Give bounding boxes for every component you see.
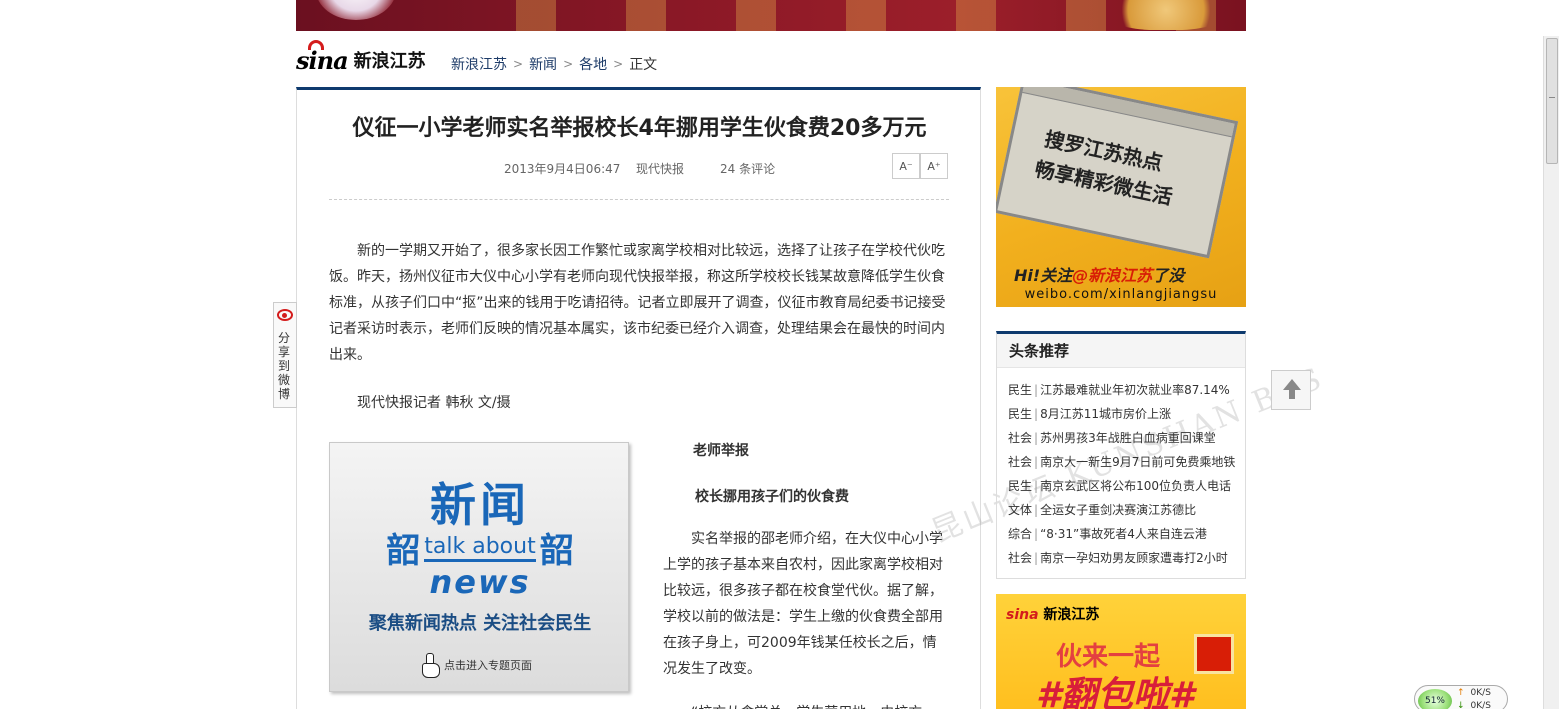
gift-box-icon xyxy=(1194,634,1234,674)
headline-category[interactable]: 民生 xyxy=(1008,479,1032,493)
headline-link[interactable]: 全运女子重剑决赛演江苏德比 xyxy=(1040,503,1196,517)
promo-slogan: 聚焦新闻热点 关注社会民生 xyxy=(368,613,592,634)
page: sina 新浪江苏 新浪江苏 > 新闻 > 各地 > 正文 仪征一小学老师实名举… xyxy=(0,0,1559,709)
font-decrease-button[interactable]: A⁻ xyxy=(892,153,920,179)
article-subheading: 老师举报 xyxy=(693,443,749,459)
chevron-right-icon: > xyxy=(513,57,524,71)
breadcrumb-local[interactable]: 各地 xyxy=(579,54,607,74)
article-paragraph: 新的一学期又开始了，很多家长因工作繁忙或家离学校相对比较远，选择了让孩子在学校代… xyxy=(329,243,946,363)
header: sina 新浪江苏 新浪江苏 > 新闻 > 各地 > 正文 xyxy=(296,39,980,88)
breadcrumb: 新浪江苏 > 新闻 > 各地 > 正文 xyxy=(451,54,657,74)
banner-moon-graphic xyxy=(316,0,396,20)
sina-logo[interactable]: sina 新浪江苏 xyxy=(296,39,426,80)
headline-link[interactable]: 南京大一新生9月7日前可免费乘地铁 xyxy=(1040,455,1235,469)
article-byline: 现代快报记者 韩秋 文/摄 xyxy=(357,395,511,411)
weibo-follow-ad[interactable]: 搜罗江苏热点 畅享精彩微生活 Hi!关注@新浪江苏了没 weibo.com/xi… xyxy=(996,87,1246,307)
article-main: 仪征一小学老师实名举报校长4年挪用学生伙食费20多万元 2013年9月4日06:… xyxy=(296,87,1329,709)
red-packet-ad[interactable]: sina 新浪江苏 伙来一起 #翻包啦# xyxy=(996,594,1246,709)
headline-category[interactable]: 民生 xyxy=(1008,383,1032,397)
headlines-list: 民生 | 江苏最难就业年初次就业率87.14% 民生 | 8月江苏11城市房价上涨 社会… xyxy=(997,368,1245,570)
back-to-top-icon xyxy=(1283,379,1301,399)
upload-speed: 0K/S xyxy=(1457,688,1491,698)
headline-item[interactable]: 民生 | 江苏最难就业年初次就业率87.14% xyxy=(1008,378,1245,402)
headline-category[interactable]: 社会 xyxy=(1008,431,1032,445)
share-label: 分享到微博 xyxy=(278,331,291,401)
headline-item[interactable]: 文体 | 全运女子重剑决赛演江苏德比 xyxy=(1008,498,1245,522)
font-increase-button[interactable]: A⁺ xyxy=(920,153,948,179)
headline-link[interactable]: 苏州男孩3年战胜白血病重回课堂 xyxy=(1040,431,1216,445)
headline-link[interactable]: 南京玄武区将公布100位负责人电话 xyxy=(1040,479,1231,493)
headlines-title: 头条推荐 xyxy=(997,334,1245,368)
red-ad-text2: #翻包啦# xyxy=(1036,675,1195,709)
font-size-controls: A⁻ A⁺ xyxy=(892,153,948,179)
sina-eye-icon xyxy=(308,39,324,50)
logo-site-name: 新浪江苏 xyxy=(353,51,426,72)
sina-wordmark: sina xyxy=(296,39,349,75)
headline-item[interactable]: 民生 | 8月江苏11城市房价上涨 xyxy=(1008,402,1245,426)
headline-link[interactable]: 8月江苏11城市房价上涨 xyxy=(1040,407,1171,421)
headline-category[interactable]: 社会 xyxy=(1008,455,1032,469)
headline-category[interactable]: 民生 xyxy=(1008,407,1032,421)
promo-enter-label: 点击进入专题页面 xyxy=(444,659,532,672)
article-source[interactable]: 现代快报 xyxy=(636,160,684,177)
mooncake-graphic xyxy=(1106,0,1226,30)
breadcrumb-home[interactable]: 新浪江苏 xyxy=(451,54,507,74)
headline-category[interactable]: 文体 xyxy=(1008,503,1032,517)
weibo-ad-brand: @新浪江苏 xyxy=(1072,266,1153,285)
weibo-ad-hi-prefix: Hi!关注 xyxy=(1014,266,1073,285)
comment-count-link[interactable]: 24 条评论 xyxy=(720,160,775,177)
headline-item[interactable]: 社会 | 南京一孕妇劝男友顾家遭毒打2小时 xyxy=(1008,546,1245,570)
weibo-ad-hi-suffix: 了没 xyxy=(1152,266,1185,285)
article-subheading: 校长挪用孩子们的伙食费 xyxy=(695,489,849,505)
network-speed-widget[interactable]: 51% 0K/S 0K/S xyxy=(1414,685,1508,709)
chevron-right-icon: > xyxy=(563,57,574,71)
article-paragraph: 实名举报的邵老师介绍，在大仪中心小学上学的孩子基本来自农村，因此家离学校相对比较… xyxy=(663,531,943,677)
headline-category[interactable]: 社会 xyxy=(1008,551,1032,565)
article-date: 2013年9月4日06:47 xyxy=(504,162,621,176)
weibo-ad-url: weibo.com/xinlangjiangsu xyxy=(1024,287,1218,302)
headline-link[interactable]: 江苏最难就业年初次就业率87.14% xyxy=(1040,383,1230,397)
headline-item[interactable]: 社会 | 南京大一新生9月7日前可免费乘地铁 xyxy=(1008,450,1245,474)
headline-category[interactable]: 综合 xyxy=(1008,527,1032,541)
article-paragraph: “校方从食堂总…学生营用地…由校方 xyxy=(663,700,947,709)
breadcrumb-current: 正文 xyxy=(629,57,658,73)
headline-item[interactable]: 综合 | “8·31”事故死者4人来自连云港 xyxy=(1008,522,1245,546)
scroll-grip-icon xyxy=(1549,97,1555,98)
title-divider xyxy=(329,199,949,200)
download-speed: 0K/S xyxy=(1457,701,1491,709)
headlines-panel: 头条推荐 民生 | 江苏最难就业年初次就业率87.14% 民生 | 8月江苏11城市房价… xyxy=(996,331,1246,579)
headline-item[interactable]: 民生 | 南京玄武区将公布100位负责人电话 xyxy=(1008,474,1245,498)
weibo-ad-follow-text: Hi!关注@新浪江苏了没 xyxy=(1014,262,1184,286)
hand-cursor-icon xyxy=(420,653,440,678)
headline-link[interactable]: 南京一孕妇劝男友顾家遭毒打2小时 xyxy=(1040,551,1228,565)
back-to-top-button[interactable] xyxy=(1271,370,1311,410)
red-ad-logo: sina 新浪江苏 xyxy=(1006,607,1100,623)
article-title: 仪征一小学老师实名举报校长4年挪用学生伙食费20多万元 xyxy=(352,116,927,141)
top-banner-ad[interactable] xyxy=(296,0,1246,31)
news-topic-promo-image[interactable]: 新闻 韶 talk about 韶 news 聚焦新闻热点 关注社会民生 点击进… xyxy=(329,442,629,692)
promo-talk-about: talk about xyxy=(424,534,536,562)
breadcrumb-news[interactable]: 新闻 xyxy=(529,54,557,74)
share-to-weibo-button[interactable]: 分享到微博 xyxy=(273,302,297,408)
share-weibo-icon xyxy=(277,309,293,321)
promo-news-word: news xyxy=(429,563,531,601)
chevron-right-icon: > xyxy=(613,57,624,71)
promo-enter-link[interactable]: 点击进入专题页面 xyxy=(420,653,532,678)
net-usage-percent: 51% xyxy=(1418,689,1452,709)
scrollbar-thumb[interactable] xyxy=(1546,38,1558,164)
scrollbar[interactable] xyxy=(1543,36,1559,709)
headline-item[interactable]: 社会 | 苏州男孩3年战胜白血病重回课堂 xyxy=(1008,426,1245,450)
headline-link[interactable]: “8·31”事故死者4人来自连云港 xyxy=(1040,527,1207,541)
